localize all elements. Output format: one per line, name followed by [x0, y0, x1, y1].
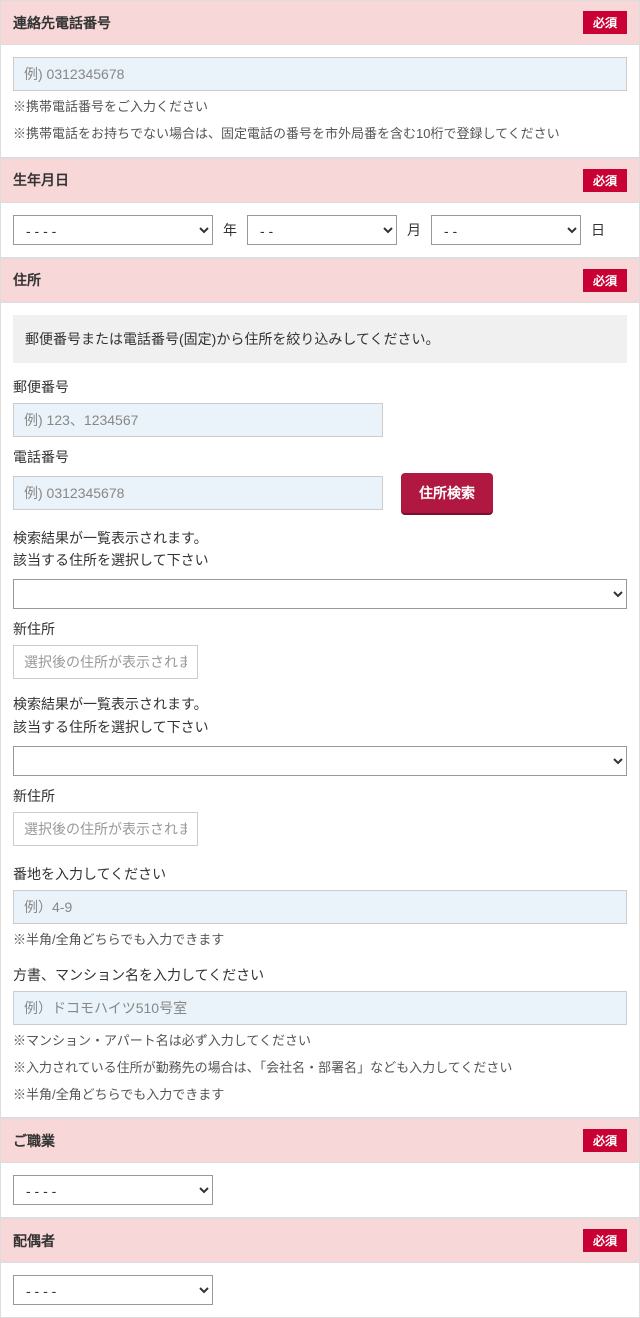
section-body-occupation: - - - - [0, 1163, 640, 1218]
section-title-spouse: 配偶者 [13, 1231, 55, 1251]
year-unit: 年 [223, 220, 237, 240]
section-header-address: 住所 必須 [0, 258, 640, 303]
day-unit: 日 [591, 220, 605, 240]
required-badge: 必須 [583, 269, 627, 292]
phone-note-1: ※携帯電話番号をご入力ください [13, 97, 627, 118]
month-unit: 月 [407, 220, 421, 240]
section-header-birth: 生年月日 必須 [0, 158, 640, 203]
section-title-address: 住所 [13, 270, 41, 290]
section-header-phone: 連絡先電話番号 必須 [0, 0, 640, 45]
occupation-select[interactable]: - - - - [13, 1175, 213, 1205]
required-badge: 必須 [583, 1229, 627, 1252]
required-badge: 必須 [583, 1129, 627, 1152]
zip-input[interactable] [13, 403, 383, 437]
section-title-birth: 生年月日 [13, 170, 69, 190]
address-info-box: 郵便番号または電話番号(固定)から住所を絞り込みしてください。 [13, 315, 627, 363]
new-address-input-1[interactable] [13, 645, 198, 679]
building-note-2: ※入力されている住所が勤務先の場合は、「会社名・部署名」なども入力してください [13, 1058, 627, 1079]
address-result-select-1[interactable] [13, 579, 627, 609]
section-title-phone: 連絡先電話番号 [13, 13, 111, 33]
address-tel-input[interactable] [13, 476, 383, 510]
section-header-occupation: ご職業 必須 [0, 1118, 640, 1163]
new-address-label-1: 新住所 [13, 619, 627, 639]
section-body-phone: ※携帯電話番号をご入力ください ※携帯電話をお持ちでない場合は、固定電話の番号を… [0, 45, 640, 158]
birth-year-select[interactable]: - - - - [13, 215, 213, 245]
address-search-row: 住所検索 [13, 473, 627, 513]
zip-label: 郵便番号 [13, 377, 627, 397]
building-label: 方書、マンション名を入力してください [13, 965, 627, 985]
address-result-select-2[interactable] [13, 746, 627, 776]
birth-month-select[interactable]: - - [247, 215, 397, 245]
new-address-label-2: 新住所 [13, 786, 627, 806]
building-input[interactable] [13, 991, 627, 1025]
tel-label: 電話番号 [13, 447, 627, 467]
result-text-2: 検索結果が一覧表示されます。 該当する住所を選択して下さい [13, 693, 627, 738]
spouse-select[interactable]: - - - - [13, 1275, 213, 1305]
banchi-note: ※半角/全角どちらでも入力できます [13, 930, 627, 951]
section-body-address: 郵便番号または電話番号(固定)から住所を絞り込みしてください。 郵便番号 電話番… [0, 303, 640, 1119]
section-body-spouse: - - - - [0, 1263, 640, 1318]
phone-input[interactable] [13, 57, 627, 91]
section-title-occupation: ご職業 [13, 1131, 55, 1151]
building-note-3: ※半角/全角どちらでも入力できます [13, 1085, 627, 1106]
result-text-1: 検索結果が一覧表示されます。 該当する住所を選択して下さい [13, 527, 627, 572]
banchi-label: 番地を入力してください [13, 864, 627, 884]
address-search-button[interactable]: 住所検索 [401, 473, 493, 513]
required-badge: 必須 [583, 11, 627, 34]
section-body-birth: - - - - 年 - - 月 - - 日 [0, 203, 640, 258]
banchi-input[interactable] [13, 890, 627, 924]
required-badge: 必須 [583, 169, 627, 192]
section-header-spouse: 配偶者 必須 [0, 1218, 640, 1263]
birth-day-select[interactable]: - - [431, 215, 581, 245]
building-note-1: ※マンション・アパート名は必ず入力してください [13, 1031, 627, 1052]
birth-date-row: - - - - 年 - - 月 - - 日 [13, 215, 627, 245]
phone-note-2: ※携帯電話をお持ちでない場合は、固定電話の番号を市外局番を含む10桁で登録してく… [13, 124, 627, 145]
new-address-input-2[interactable] [13, 812, 198, 846]
